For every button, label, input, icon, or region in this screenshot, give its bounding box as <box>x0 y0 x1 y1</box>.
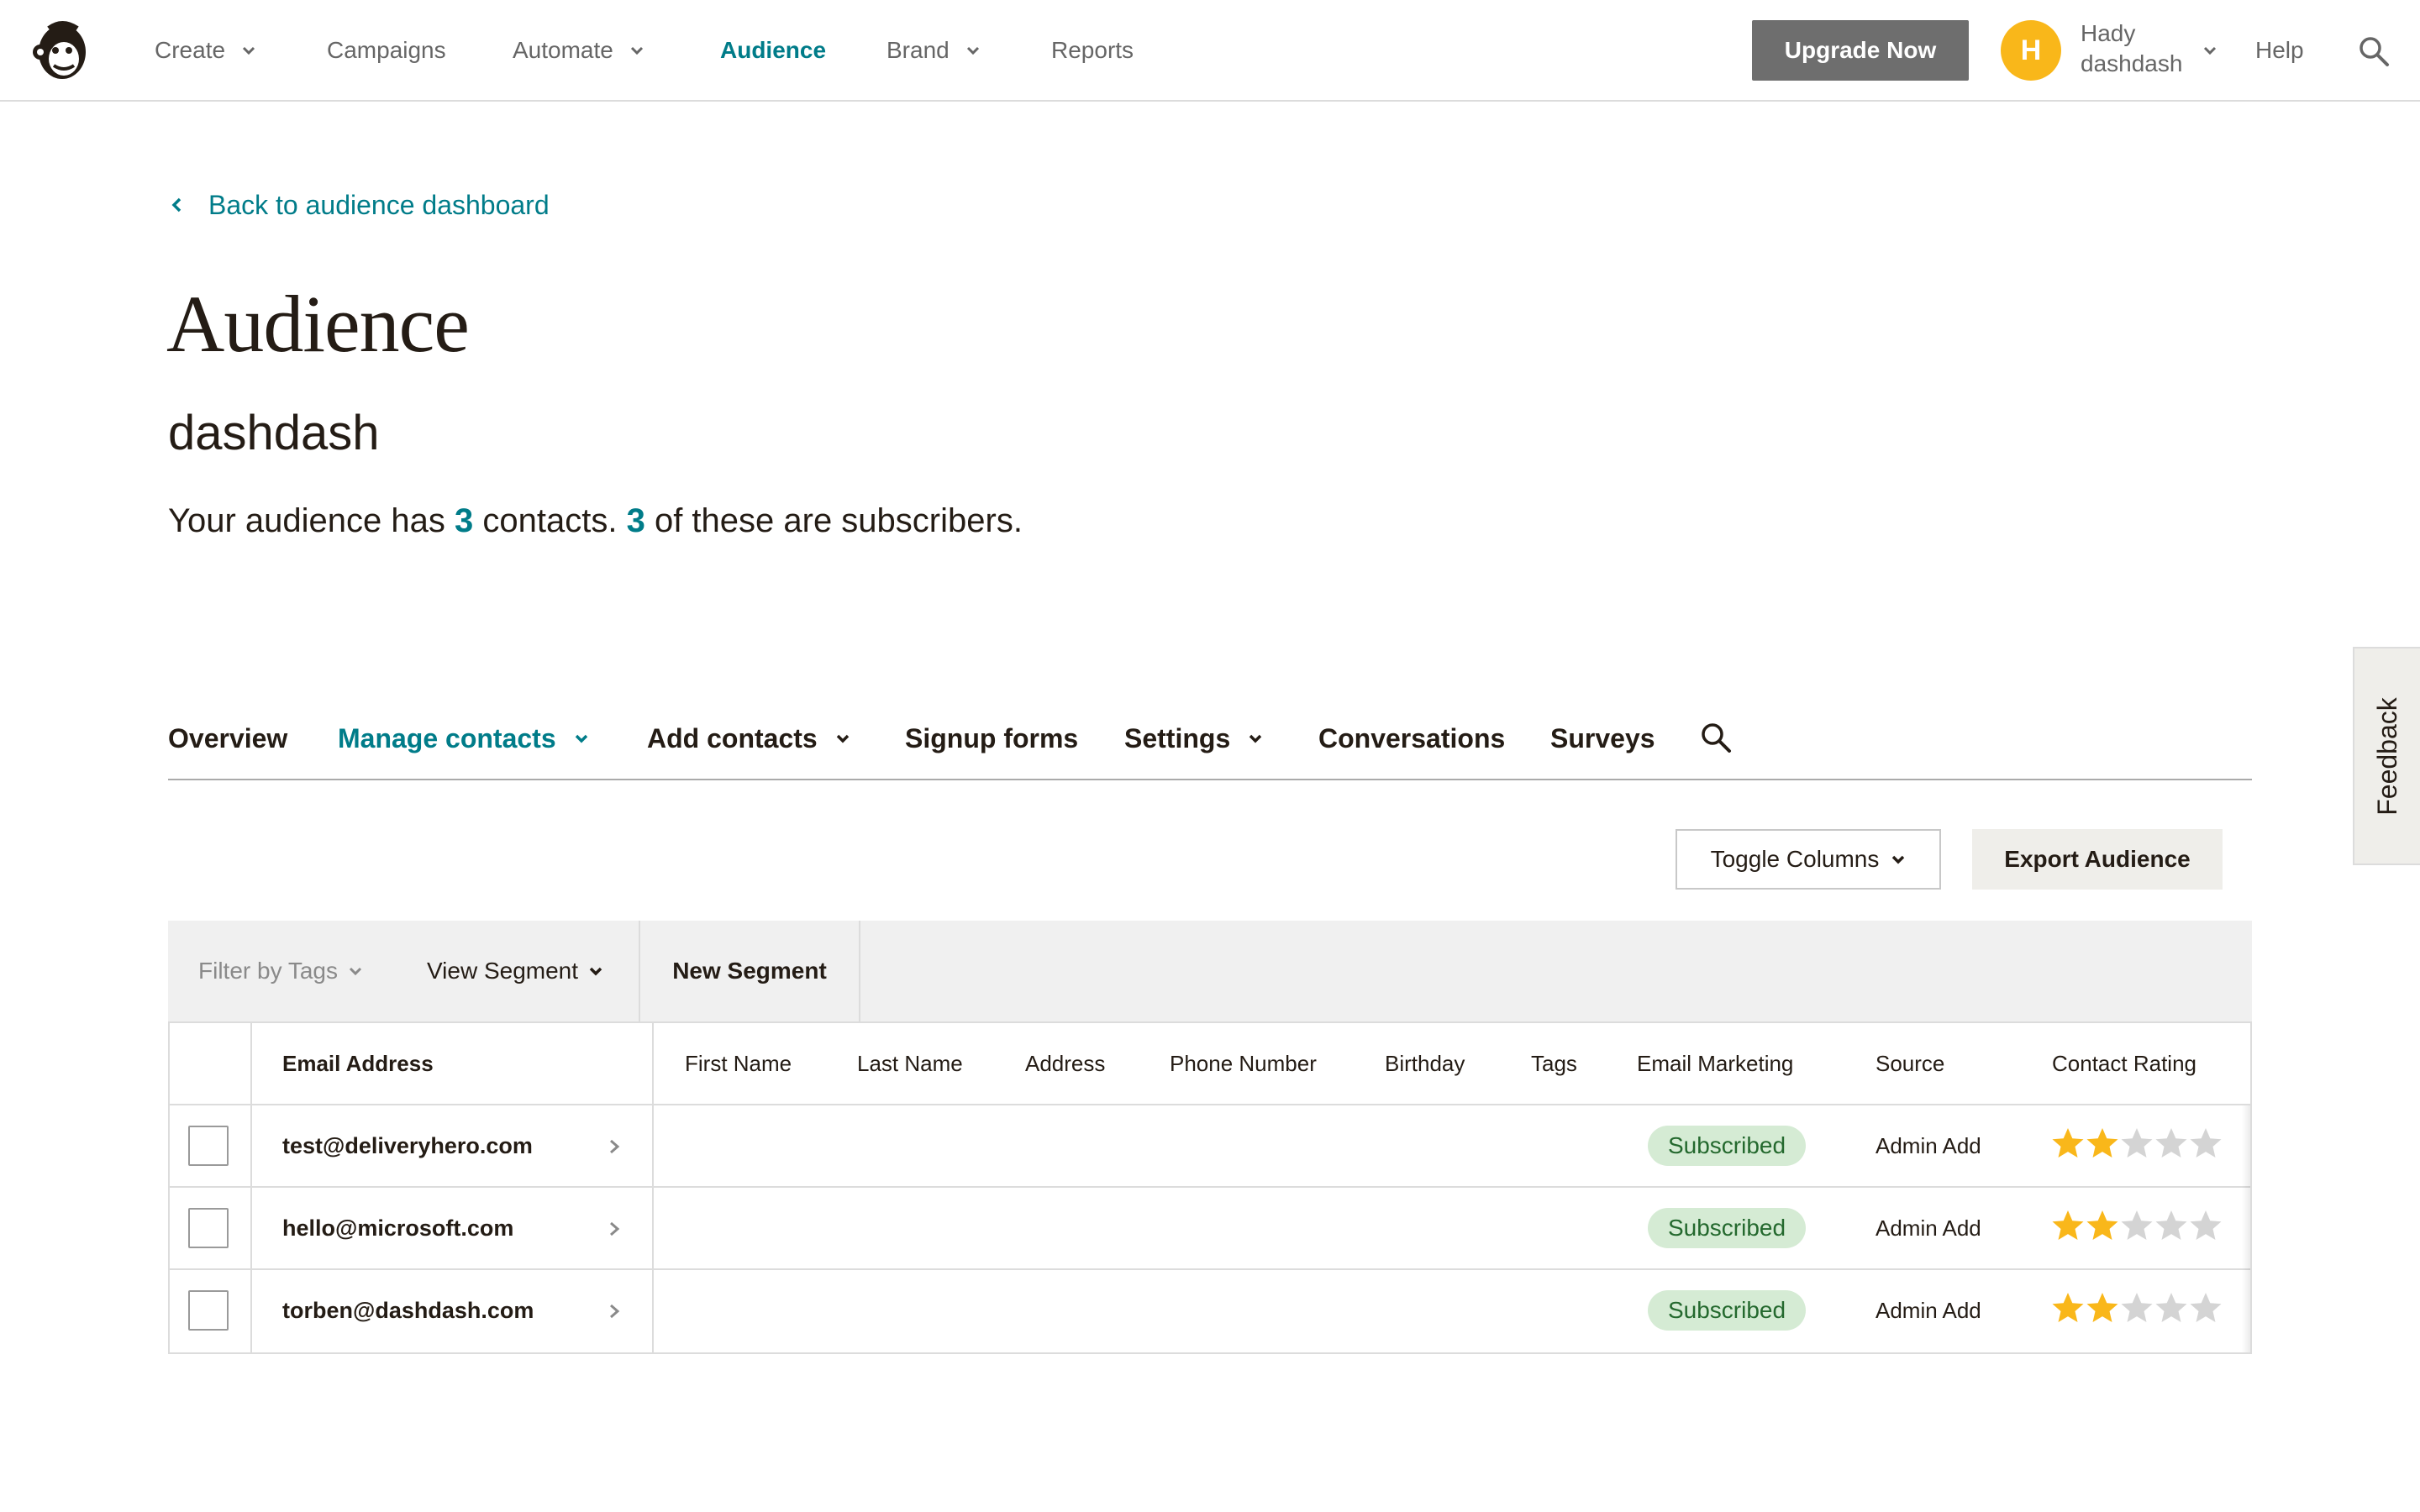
star-filled-icon <box>2086 1293 2118 1322</box>
contact-source: Admin Add <box>1876 1215 1981 1241</box>
column-header-email[interactable]: Email Address <box>282 1023 434 1104</box>
tab-settings[interactable]: Settings <box>1124 708 1264 769</box>
star-filled-icon <box>2086 1128 2118 1158</box>
column-header-phone[interactable]: Phone Number <box>1170 1023 1317 1104</box>
tab-signup-forms[interactable]: Signup forms <box>905 708 1078 769</box>
row-select-checkbox[interactable] <box>188 1126 229 1166</box>
tab-overview[interactable]: Overview <box>168 708 287 769</box>
contacts-count-link[interactable]: 3 <box>455 502 473 539</box>
tab-add-contacts[interactable]: Add contacts <box>647 708 851 769</box>
nav-brand[interactable]: Brand <box>886 0 981 101</box>
nav-audience[interactable]: Audience <box>720 0 826 101</box>
star-empty-icon <box>2190 1210 2222 1240</box>
contact-email[interactable]: torben@dashdash.com <box>282 1270 534 1351</box>
horizontal-scroll-shadow <box>2242 1105 2250 1352</box>
star-empty-icon <box>2121 1128 2153 1158</box>
search-icon[interactable] <box>1700 722 1732 753</box>
tab-surveys[interactable]: Surveys <box>1550 708 1655 769</box>
chevron-right-icon[interactable] <box>605 1302 623 1320</box>
column-header-last-name[interactable]: Last Name <box>857 1023 963 1104</box>
column-header-tags[interactable]: Tags <box>1531 1023 1577 1104</box>
back-to-audience-dashboard-link[interactable]: Back to audience dashboard <box>168 186 550 223</box>
contact-rating <box>2050 1126 2223 1161</box>
audience-subtabs: Overview Manage contacts Add contacts Si… <box>168 708 2252 780</box>
contacts-table: Email Address First Name Last Name Addre… <box>168 1023 2252 1354</box>
nav-reports[interactable]: Reports <box>1051 0 1134 101</box>
tab-conversations[interactable]: Conversations <box>1318 708 1505 769</box>
star-filled-icon <box>2086 1210 2118 1240</box>
chevron-down-icon <box>589 967 602 976</box>
chevron-down-icon <box>1892 855 1905 864</box>
table-row[interactable]: hello@microsoft.com Subscribed Admin Add <box>170 1188 2250 1270</box>
toggle-columns-button[interactable]: Toggle Columns <box>1676 829 1941 890</box>
mailchimp-logo-icon[interactable] <box>30 17 94 84</box>
chevron-down-icon <box>966 46 979 55</box>
contact-email[interactable]: test@deliveryhero.com <box>282 1105 533 1186</box>
contact-email[interactable]: hello@microsoft.com <box>282 1188 513 1268</box>
view-segment-dropdown[interactable]: View Segment <box>427 921 603 1021</box>
column-header-address[interactable]: Address <box>1025 1023 1105 1104</box>
star-filled-icon <box>2052 1293 2084 1322</box>
table-row[interactable]: test@deliveryhero.com Subscribed Admin A… <box>170 1105 2250 1188</box>
top-navigation: Create Campaigns Automate Audience Brand… <box>0 0 2420 102</box>
chevron-down-icon <box>1249 734 1262 743</box>
search-icon[interactable] <box>2358 35 2390 67</box>
chevron-right-icon[interactable] <box>605 1137 623 1156</box>
status-badge: Subscribed <box>1648 1290 1806 1331</box>
status-badge: Subscribed <box>1648 1126 1806 1166</box>
filter-bar: Filter by Tags View Segment New Segment <box>168 921 2252 1023</box>
audience-summary: Your audience has 3 contacts. 3 of these… <box>168 502 1023 539</box>
table-header-row: Email Address First Name Last Name Addre… <box>170 1023 2250 1105</box>
avatar[interactable]: H <box>2001 20 2061 81</box>
contact-rating <box>2050 1208 2223 1243</box>
star-empty-icon <box>2121 1210 2153 1240</box>
tab-manage-contacts[interactable]: Manage contacts <box>338 708 590 769</box>
nav-create[interactable]: Create <box>155 0 257 101</box>
account-name-first: Hady <box>2081 20 2136 46</box>
chevron-down-icon <box>836 734 849 743</box>
chevron-down-icon <box>575 734 587 743</box>
star-filled-icon <box>2052 1210 2084 1240</box>
column-header-first-name[interactable]: First Name <box>685 1023 792 1104</box>
column-header-contact-rating[interactable]: Contact Rating <box>2052 1023 2196 1104</box>
account-name-second: dashdash <box>2081 50 2183 76</box>
star-filled-icon <box>2052 1128 2084 1158</box>
nav-campaigns[interactable]: Campaigns <box>327 0 446 101</box>
subscribers-count-link[interactable]: 3 <box>627 502 645 539</box>
column-header-email-marketing[interactable]: Email Marketing <box>1637 1023 1793 1104</box>
star-empty-icon <box>2155 1128 2187 1158</box>
help-link[interactable]: Help <box>2255 0 2304 101</box>
table-row[interactable]: torben@dashdash.com Subscribed Admin Add <box>170 1270 2250 1352</box>
account-chevron-down-icon[interactable] <box>2202 42 2218 59</box>
star-empty-icon <box>2155 1293 2187 1322</box>
column-header-source[interactable]: Source <box>1876 1023 1944 1104</box>
contact-source: Admin Add <box>1876 1132 1981 1158</box>
row-select-checkbox[interactable] <box>188 1290 229 1331</box>
filter-by-tags-dropdown[interactable]: Filter by Tags <box>198 921 363 1021</box>
star-empty-icon <box>2121 1293 2153 1322</box>
chevron-right-icon[interactable] <box>605 1220 623 1238</box>
feedback-tab[interactable]: Feedback <box>2353 647 2420 865</box>
star-empty-icon <box>2190 1293 2222 1322</box>
chevron-down-icon <box>630 46 643 55</box>
status-badge: Subscribed <box>1648 1208 1806 1248</box>
chevron-down-icon <box>349 967 362 976</box>
account-name[interactable]: Hady dashdash <box>2081 18 2182 79</box>
star-empty-icon <box>2190 1128 2222 1158</box>
contact-rating <box>2050 1290 2223 1326</box>
audience-name: dashdash <box>168 406 380 460</box>
column-header-birthday[interactable]: Birthday <box>1385 1023 1465 1104</box>
contact-source: Admin Add <box>1876 1297 1981 1323</box>
feedback-label: Feedback <box>2371 696 2402 816</box>
nav-automate[interactable]: Automate <box>513 0 645 101</box>
new-segment-button[interactable]: New Segment <box>639 921 860 1021</box>
star-empty-icon <box>2155 1210 2187 1240</box>
row-select-checkbox[interactable] <box>188 1208 229 1248</box>
page-title: Audience <box>166 279 470 369</box>
chevron-left-icon <box>171 197 182 213</box>
upgrade-now-button[interactable]: Upgrade Now <box>1752 20 1969 81</box>
chevron-down-icon <box>242 46 255 55</box>
export-audience-button[interactable]: Export Audience <box>1972 829 2223 890</box>
back-link-label: Back to audience dashboard <box>208 189 550 220</box>
